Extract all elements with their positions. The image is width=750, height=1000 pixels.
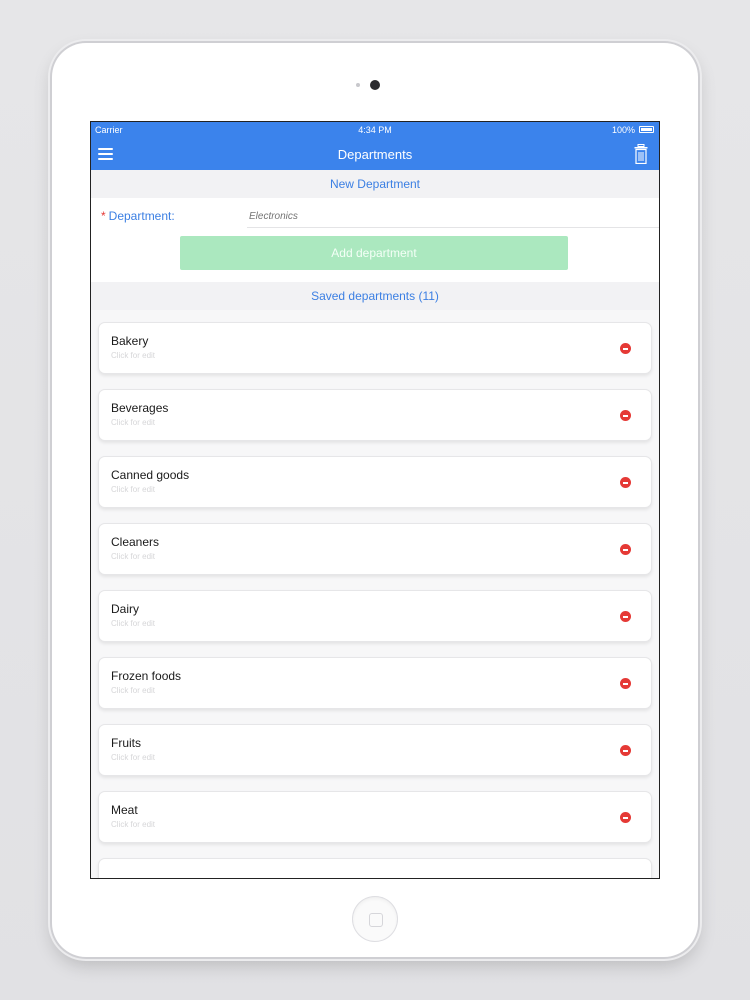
- remove-icon[interactable]: [620, 678, 631, 689]
- status-time: 4:34 PM: [358, 125, 392, 135]
- add-department-button[interactable]: Add department: [180, 236, 568, 270]
- remove-icon[interactable]: [620, 812, 631, 823]
- department-field-label: * Department:: [101, 209, 175, 223]
- app-screen: Carrier 4:34 PM 100% Departments New Dep…: [91, 122, 659, 878]
- edit-hint: Click for edit: [111, 619, 156, 628]
- department-name: Bakery: [111, 334, 149, 348]
- edit-hint: Click for edit: [111, 485, 156, 494]
- battery-percent: 100%: [611, 125, 635, 135]
- department-list: Bakery Click for edit Beverages Click for …: [91, 310, 659, 878]
- add-button-area: Add department: [91, 232, 659, 282]
- remove-icon[interactable]: [620, 544, 631, 555]
- department-input[interactable]: [247, 204, 651, 228]
- department-label-text: Department:: [108, 209, 175, 223]
- edit-hint: Click for edit: [111, 351, 156, 360]
- sensor-dot: [356, 83, 360, 87]
- edit-hint: Click for edit: [111, 753, 156, 762]
- list-item[interactable]: Meat Click for edit: [98, 791, 652, 843]
- list-item[interactable]: Canned goods Click for edit: [98, 456, 652, 508]
- required-mark: *: [101, 209, 106, 223]
- list-item[interactable]: Dairy Click for edit: [98, 590, 652, 642]
- edit-hint: Click for edit: [111, 418, 156, 427]
- page-title: Departments: [337, 147, 413, 162]
- department-name: Canned goods: [111, 468, 190, 482]
- home-button[interactable]: [352, 896, 398, 942]
- department-name: Meat: [111, 803, 138, 817]
- list-item[interactable]: Bakery Click for edit: [98, 322, 652, 374]
- remove-icon[interactable]: [620, 745, 631, 756]
- input-underline: [247, 227, 659, 228]
- edit-hint: Click for edit: [111, 686, 156, 695]
- remove-icon[interactable]: [620, 410, 631, 421]
- list-item[interactable]: Cleaners Click for edit: [98, 523, 652, 575]
- remove-icon[interactable]: [620, 343, 631, 354]
- edit-hint: Click for edit: [111, 552, 156, 561]
- trash-icon[interactable]: [634, 144, 648, 164]
- department-field-row: * Department:: [91, 198, 659, 232]
- remove-icon[interactable]: [620, 477, 631, 488]
- saved-departments-header: Saved departments (11): [91, 282, 659, 310]
- list-item[interactable]: Frozen foods Click for edit: [98, 657, 652, 709]
- department-name: Dairy: [111, 602, 140, 616]
- edit-hint: Click for edit: [111, 820, 156, 829]
- department-name: Fruits: [111, 736, 141, 750]
- list-item-partial[interactable]: [98, 858, 652, 878]
- home-square-icon: [369, 913, 383, 927]
- department-name: Frozen foods: [111, 669, 182, 683]
- status-bar: Carrier 4:34 PM 100%: [91, 122, 659, 138]
- department-name: Beverages: [111, 401, 169, 415]
- list-item[interactable]: Beverages Click for edit: [98, 389, 652, 441]
- nav-bar: Departments: [91, 138, 659, 170]
- department-name: Cleaners: [111, 535, 160, 549]
- new-department-header: New Department: [91, 170, 659, 198]
- list-item[interactable]: Fruits Click for edit: [98, 724, 652, 776]
- remove-icon[interactable]: [620, 611, 631, 622]
- camera-icon: [370, 80, 380, 90]
- battery-icon: [639, 126, 654, 133]
